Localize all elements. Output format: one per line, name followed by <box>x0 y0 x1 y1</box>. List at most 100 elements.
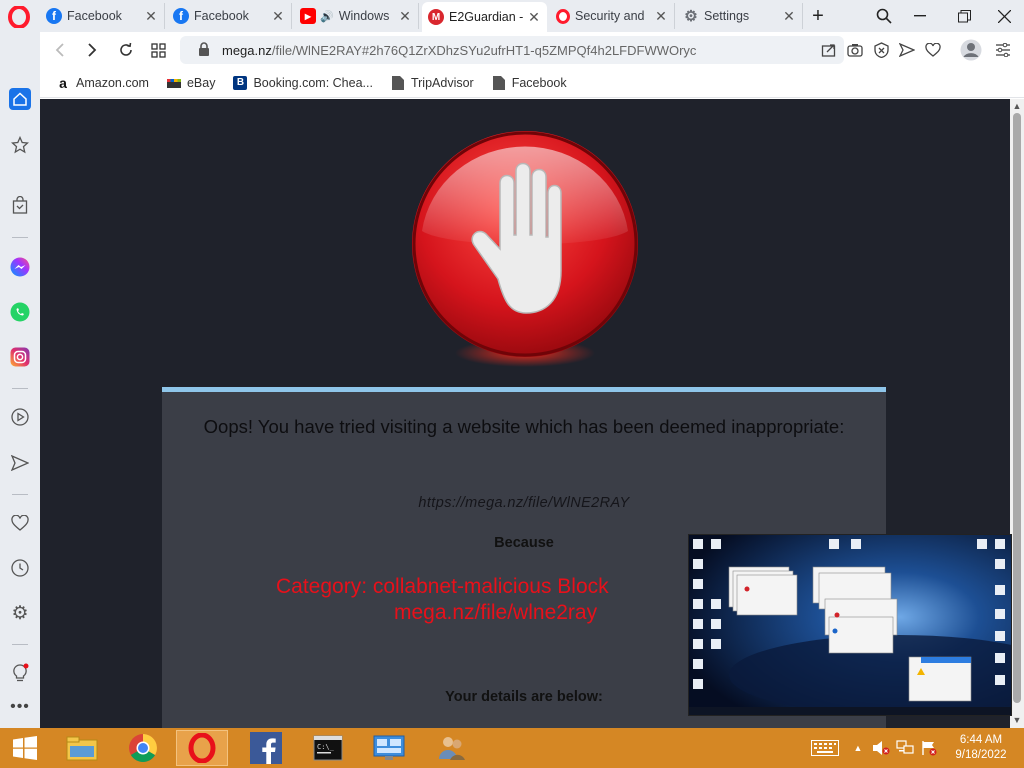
heart-icon[interactable] <box>924 41 942 59</box>
restore-button[interactable] <box>944 0 984 32</box>
opera-menu-icon[interactable] <box>8 6 30 28</box>
sidebar-divider <box>12 494 28 495</box>
tab-label: Windows <box>338 9 390 23</box>
sidebar-shopping-icon[interactable] <box>9 194 31 216</box>
player-icon[interactable] <box>9 406 31 428</box>
tab-label: Facebook <box>194 9 249 23</box>
svg-text:C:\_: C:\_ <box>317 743 335 751</box>
instagram-icon[interactable] <box>9 346 31 368</box>
bookmark-tripadvisor[interactable]: TripAdvisor <box>391 75 474 90</box>
sidebar-home-icon[interactable] <box>9 88 31 110</box>
action-center-flag-icon[interactable] <box>920 740 938 756</box>
close-tab-icon[interactable]: ✕ <box>654 8 668 25</box>
tab-windows[interactable]: ▶ 🔊 Windows ✕ <box>294 3 419 29</box>
facebook-taskbar-icon[interactable] <box>240 730 292 766</box>
page-icon <box>492 75 506 90</box>
remote-desktop-icon[interactable] <box>363 730 415 766</box>
send-icon[interactable] <box>9 452 31 474</box>
tab-facebook-1[interactable]: f Facebook ✕ <box>40 3 165 29</box>
tab-label: Facebook <box>67 9 122 23</box>
bookmark-booking[interactable]: B Booking.com: Chea... <box>233 75 373 90</box>
sidebar-discover-icon[interactable] <box>9 134 31 156</box>
gear-icon: ⚙ <box>684 8 698 25</box>
windows-taskbar: C:\_ ▲ 6:44 AM 9/18/2022 <box>0 728 1024 768</box>
new-tab-button[interactable]: + <box>800 0 836 32</box>
sidebar: ⚙ ••• <box>0 32 40 728</box>
facebook-icon: f <box>46 8 62 24</box>
sidebar-divider <box>12 644 28 645</box>
tab-security[interactable]: Security and ✕ <box>550 3 675 29</box>
file-explorer-icon[interactable] <box>56 730 108 766</box>
url-field[interactable]: mega.nz/file/WlNE2RAY#2h76Q1ZrXDhzSYu2uf… <box>180 36 844 64</box>
tab-settings[interactable]: ⚙ Settings ✕ <box>677 3 803 29</box>
opera-icon <box>556 8 570 24</box>
close-tab-icon[interactable]: ✕ <box>527 9 541 26</box>
bookmark-facebook[interactable]: Facebook <box>492 75 567 90</box>
touch-keyboard-icon[interactable] <box>810 740 840 756</box>
facebook-icon: f <box>173 8 189 24</box>
clock-time: 6:44 AM <box>959 734 1003 746</box>
tab-label: Security and <box>575 9 645 23</box>
history-clock-icon[interactable] <box>9 557 31 579</box>
volume-muted-icon[interactable] <box>872 740 890 756</box>
easy-setup-icon[interactable] <box>994 41 1012 59</box>
bookmark-ebay[interactable]: eBay <box>166 75 216 90</box>
settings-gear-icon[interactable]: ⚙ <box>9 602 31 624</box>
more-options-icon[interactable]: ••• <box>9 696 31 718</box>
forward-button[interactable] <box>80 38 104 62</box>
address-bar: mega.nz/file/WlNE2RAY#2h76Q1ZrXDhzSYu2uf… <box>40 32 1024 68</box>
minimize-button[interactable] <box>900 0 940 32</box>
lock-icon[interactable] <box>198 41 210 59</box>
show-hidden-icons-chevron[interactable]: ▲ <box>849 740 867 756</box>
amazon-icon: a <box>59 74 67 91</box>
messenger-icon[interactable] <box>9 256 31 278</box>
speaker-icon[interactable]: 🔊 <box>320 10 334 23</box>
stop-hand-icon <box>412 131 638 367</box>
bookmark-label: Facebook <box>511 75 567 90</box>
blocked-url: https://mega.nz/file/WlNE2RAY <box>418 495 630 511</box>
opera-taskbar-icon[interactable] <box>176 730 228 766</box>
scroll-down-arrow[interactable]: ▼ <box>1012 715 1022 725</box>
tab-label: E2Guardian - <box>449 10 523 24</box>
booking-icon: B <box>233 75 248 90</box>
search-tabs-icon[interactable] <box>864 0 904 32</box>
tips-lightbulb-icon[interactable] <box>9 662 31 684</box>
whatsapp-icon[interactable] <box>9 301 31 323</box>
back-button[interactable] <box>48 38 72 62</box>
tab-facebook-2[interactable]: f Facebook ✕ <box>167 3 292 29</box>
reload-button[interactable] <box>114 38 138 62</box>
url-host: mega.nz <box>222 42 272 58</box>
profile-avatar-icon[interactable] <box>960 39 982 61</box>
adblock-shield-icon[interactable] <box>872 41 890 59</box>
bookmark-label: eBay <box>186 75 216 90</box>
close-window-button[interactable] <box>984 0 1024 32</box>
page-icon <box>391 75 405 90</box>
clock-date: 9/18/2022 <box>955 749 1007 761</box>
system-clock[interactable]: 6:44 AM 9/18/2022 <box>946 733 1016 763</box>
bookmark-amazon[interactable]: a Amazon.com <box>56 74 149 91</box>
snapshot-camera-icon[interactable] <box>846 41 864 59</box>
desktop-screenshot-thumbnail <box>688 534 1012 716</box>
send-arrow-icon[interactable] <box>898 41 916 59</box>
bookmark-label: Amazon.com <box>76 75 149 90</box>
bookmarks-bar: a Amazon.com eBay B Booking.com: Chea...… <box>40 68 1024 98</box>
network-icon[interactable] <box>896 740 914 756</box>
start-button[interactable] <box>0 730 50 766</box>
close-tab-icon[interactable]: ✕ <box>398 8 412 25</box>
bookmark-label: Booking.com: Chea... <box>253 75 373 90</box>
favorites-heart-icon[interactable] <box>9 512 31 534</box>
page-scrollbar[interactable]: ▲ ▼ <box>1010 99 1024 728</box>
scrollbar-thumb[interactable] <box>1013 113 1021 703</box>
chrome-icon[interactable] <box>117 730 169 766</box>
url-path: /file/WlNE2RAY#2h76Q1ZrXDhzSYu2ufrHT1-q5… <box>271 42 697 58</box>
command-prompt-icon[interactable]: C:\_ <box>302 730 354 766</box>
tab-e2guardian[interactable]: M E2Guardian - ✕ <box>422 2 547 32</box>
speed-dial-icon[interactable] <box>146 38 170 62</box>
mega-icon: M <box>428 9 444 25</box>
close-tab-icon[interactable]: ✕ <box>144 8 158 25</box>
scroll-up-arrow[interactable]: ▲ <box>1012 101 1022 111</box>
share-icon[interactable] <box>820 41 838 59</box>
close-tab-icon[interactable]: ✕ <box>782 8 796 25</box>
users-management-icon[interactable] <box>426 730 478 766</box>
close-tab-icon[interactable]: ✕ <box>271 8 285 25</box>
